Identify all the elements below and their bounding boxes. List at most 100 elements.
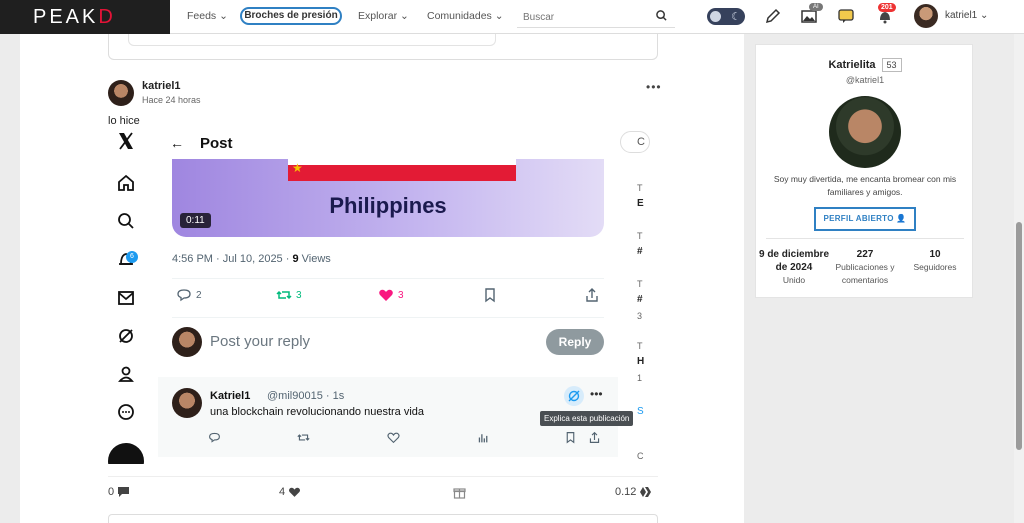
peakd-logo[interactable]: PEAKD xyxy=(0,0,170,34)
x-right-text: T xyxy=(637,183,643,193)
nav-feeds[interactable]: Feeds ⌄ xyxy=(187,10,228,22)
next-post-card xyxy=(108,514,658,523)
grok-explain-icon xyxy=(564,386,584,406)
chevron-down-icon: ⌄ xyxy=(219,10,228,22)
payout-value: 0.12 xyxy=(615,486,637,498)
divider xyxy=(766,238,964,239)
share-icon xyxy=(584,287,600,303)
search-icon xyxy=(116,211,136,231)
reply-text: una blockchain revolucionando nuestra vi… xyxy=(210,406,425,418)
x-right-text: E xyxy=(637,198,644,209)
divider xyxy=(172,278,604,279)
comment-icon xyxy=(208,431,221,447)
nav-pinned-button[interactable]: Broches de presión xyxy=(240,7,342,25)
profile-card: Katrielita 53 @katriel1 Soy muy divertida… xyxy=(755,44,973,298)
nav-communities-label: Comunidades xyxy=(427,10,492,22)
stat-value: 227 xyxy=(856,249,874,260)
profile-icon xyxy=(116,364,136,384)
analytics-icon xyxy=(477,431,490,447)
nav-explore[interactable]: Explorar ⌄ xyxy=(358,10,409,22)
top-bar: PEAKD Feeds ⌄ Broches de presión Explora… xyxy=(0,0,1024,34)
toggle-knob xyxy=(710,11,721,22)
heart-icon xyxy=(387,431,400,447)
share-icon xyxy=(588,431,601,447)
votes-count: 4 xyxy=(279,486,286,498)
chevron-down-icon: ⌄ xyxy=(494,10,504,22)
mail-icon xyxy=(116,288,136,308)
bookmark-icon xyxy=(564,431,577,447)
gift-icon[interactable] xyxy=(453,486,466,499)
x-right-text: 1 xyxy=(637,373,643,383)
post-time[interactable]: Hace 24 horas xyxy=(142,95,201,105)
video-title: Philippines xyxy=(329,193,447,218)
user-menu[interactable]: katriel1 ⌄ xyxy=(945,10,988,21)
post-author-avatar[interactable] xyxy=(108,80,134,106)
payout-button[interactable]: 0.12 xyxy=(615,486,652,498)
nav-feeds-label: Feeds xyxy=(187,10,217,22)
pencil-icon[interactable] xyxy=(764,7,784,27)
search-input[interactable] xyxy=(517,8,647,26)
x-post: ← Post ★ Philippines 0:11 4:56 PM · Jul … xyxy=(158,131,634,464)
profile-handle: @katriel1 xyxy=(845,75,885,85)
x-right-text: # xyxy=(637,294,643,305)
logo-main: PEAK xyxy=(33,6,99,28)
post-author[interactable]: katriel1 xyxy=(142,80,181,92)
post-meta: 4:56 PM · Jul 10, 2025 · 9 Views xyxy=(172,253,331,265)
reply-composer-avatar xyxy=(172,327,202,357)
nav-communities[interactable]: Comunidades ⌄ xyxy=(427,10,504,22)
video-thumbnail: ★ Philippines 0:11 xyxy=(172,159,604,237)
x-right-text: # xyxy=(637,246,643,257)
logo-accent: D xyxy=(98,6,116,28)
avatar[interactable] xyxy=(914,4,938,28)
hive-icon xyxy=(640,487,652,497)
search-icon[interactable] xyxy=(656,10,667,24)
x-repost-count: 3 xyxy=(296,289,302,301)
x-notifications-badge: 6 xyxy=(126,251,138,263)
reply-tweet: Katriel1 @mil90015 · 1s una blockchain r… xyxy=(158,377,634,457)
x-like-count: 3 xyxy=(398,289,404,301)
stat-joined: 9 de diciembre de 2024 Unido xyxy=(758,248,830,287)
reputation-badge: 53 xyxy=(881,58,902,72)
x-logo-icon xyxy=(116,131,136,151)
reply-placeholder: Post your reply xyxy=(210,333,311,350)
divider xyxy=(172,317,604,318)
stat-followers[interactable]: 10 Seguidores xyxy=(899,248,971,274)
back-arrow-icon: ← xyxy=(170,135,184,151)
profile-avatar[interactable] xyxy=(829,96,901,168)
chevron-down-icon: ⌄ xyxy=(400,10,409,22)
scrollbar[interactable] xyxy=(1014,34,1024,523)
x-right-text: H xyxy=(637,356,645,367)
main-column: katriel1 Hace 24 horas ••• lo hice 6 ← P… xyxy=(20,34,744,523)
theme-toggle[interactable]: ☾ xyxy=(707,8,745,25)
flag-star-icon: ★ xyxy=(292,161,303,175)
search-box xyxy=(517,8,675,28)
x-right-text: S xyxy=(637,406,644,417)
vote-button[interactable]: 4 xyxy=(279,486,301,498)
repost-icon xyxy=(276,290,292,300)
x-like-action: 3 xyxy=(378,287,404,303)
meta-time: 4:56 PM · Jul 10, 2025 · xyxy=(172,253,293,265)
more-circle-icon xyxy=(116,402,136,422)
stat-label: Unido xyxy=(782,275,806,285)
reply-avatar xyxy=(172,388,202,418)
comments-button[interactable]: 0 xyxy=(108,486,130,498)
comment-icon xyxy=(177,289,191,302)
x-right-text: T xyxy=(637,279,643,289)
open-profile-label: PERFIL ABIERTO xyxy=(823,214,894,223)
scrollbar-thumb[interactable] xyxy=(1016,222,1022,450)
profile-name[interactable]: Katrielita xyxy=(828,59,875,71)
comments-count: 0 xyxy=(108,486,115,498)
moon-icon: ☾ xyxy=(731,11,741,23)
nav-explore-label: Explorar xyxy=(358,10,398,22)
x-repost-action: 3 xyxy=(276,287,302,303)
stat-value: 10 xyxy=(929,249,941,260)
stat-posts[interactable]: 227 Publicaciones y comentarios xyxy=(829,248,901,287)
meta-views-label: Views xyxy=(298,253,331,265)
home-icon xyxy=(116,173,136,193)
more-options-icon[interactable]: ••• xyxy=(646,80,662,94)
profile-bio: Soy muy divertida, me encanta bromear co… xyxy=(773,174,957,197)
grok-icon xyxy=(116,326,136,346)
chat-icon[interactable] xyxy=(837,7,857,27)
open-profile-button[interactable]: PERFIL ABIERTO 👤 xyxy=(814,207,916,231)
reply-handle: @mil90015 · 1s xyxy=(267,390,345,402)
